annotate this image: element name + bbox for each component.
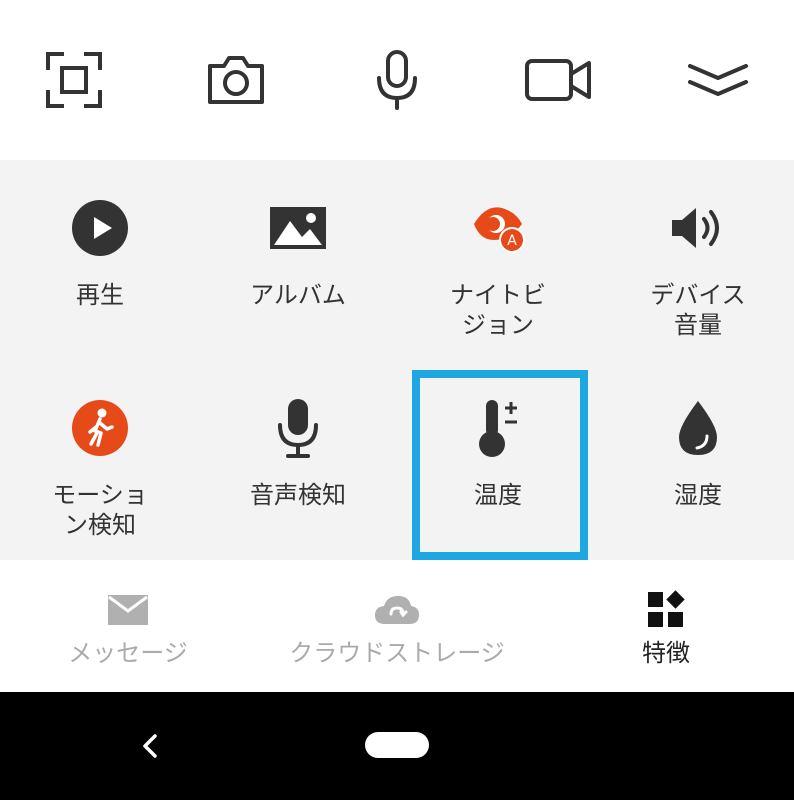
screenshot-button[interactable] xyxy=(34,40,114,120)
motion-detection-icon xyxy=(72,400,128,456)
video-camera-icon xyxy=(525,59,591,101)
expand-button[interactable] xyxy=(678,40,758,120)
thermometer-icon xyxy=(479,400,517,457)
play-icon xyxy=(72,200,128,256)
screenshot-frame-icon xyxy=(46,52,102,108)
feature-humidity[interactable]: 湿度 xyxy=(598,360,794,560)
humidity-drop-icon xyxy=(679,401,717,455)
features-grid-icon xyxy=(648,590,685,627)
feature-label: 湿度 xyxy=(674,481,722,509)
top-toolbar xyxy=(0,0,794,160)
home-pill[interactable] xyxy=(365,732,429,758)
feature-motion-detection[interactable]: モーショ ン検知 xyxy=(0,360,200,560)
night-vision-icon: A xyxy=(474,207,525,253)
microphone-icon xyxy=(377,50,417,110)
record-button[interactable] xyxy=(518,40,598,120)
feature-label: 再生 xyxy=(76,281,124,309)
feature-label: アルバム xyxy=(250,281,346,309)
feature-grid: 再生 アルバム A ナイトビ ジョン デバイス 音量 モーショ ン検知 音声検知… xyxy=(0,160,794,560)
back-chevron-icon xyxy=(143,734,157,758)
nav-label: 特徴 xyxy=(642,639,690,667)
feature-label: 温度 xyxy=(474,481,522,509)
feature-label: 音声検知 xyxy=(250,481,346,509)
feature-album[interactable]: アルバム xyxy=(198,160,398,360)
feature-label: デバイス 音量 xyxy=(650,281,746,339)
system-navigation-bar xyxy=(0,692,794,800)
nav-cloud-storage[interactable]: クラウドストレージ xyxy=(262,560,532,692)
envelope-icon xyxy=(108,595,148,625)
feature-label: ナイトビ ジョン xyxy=(450,281,546,339)
bottom-navigation: メッセージ クラウドストレージ 特徴 xyxy=(0,560,794,692)
nav-features[interactable]: 特徴 xyxy=(586,560,746,692)
feature-playback[interactable]: 再生 xyxy=(0,160,200,360)
feature-device-volume[interactable]: デバイス 音量 xyxy=(598,160,794,360)
feature-label: モーショ ン検知 xyxy=(52,481,148,539)
nav-label: クラウドストレージ xyxy=(289,639,505,667)
nav-messages[interactable]: メッセージ xyxy=(28,560,228,692)
speaker-volume-icon xyxy=(672,208,719,248)
feature-temperature[interactable]: 温度 xyxy=(398,360,598,560)
chevron-double-down-icon xyxy=(688,64,748,96)
cloud-storage-icon xyxy=(375,596,419,624)
camera-icon xyxy=(208,56,264,104)
nav-label: メッセージ xyxy=(68,639,188,667)
feature-night-vision[interactable]: A ナイトビ ジョン xyxy=(398,160,598,360)
talk-button[interactable] xyxy=(357,40,437,120)
svg-text:A: A xyxy=(507,233,517,249)
snapshot-button[interactable] xyxy=(196,40,276,120)
sound-detection-icon xyxy=(278,399,318,458)
feature-sound-detection[interactable]: 音声検知 xyxy=(198,360,398,560)
album-icon xyxy=(270,207,326,249)
back-button[interactable] xyxy=(130,716,170,776)
